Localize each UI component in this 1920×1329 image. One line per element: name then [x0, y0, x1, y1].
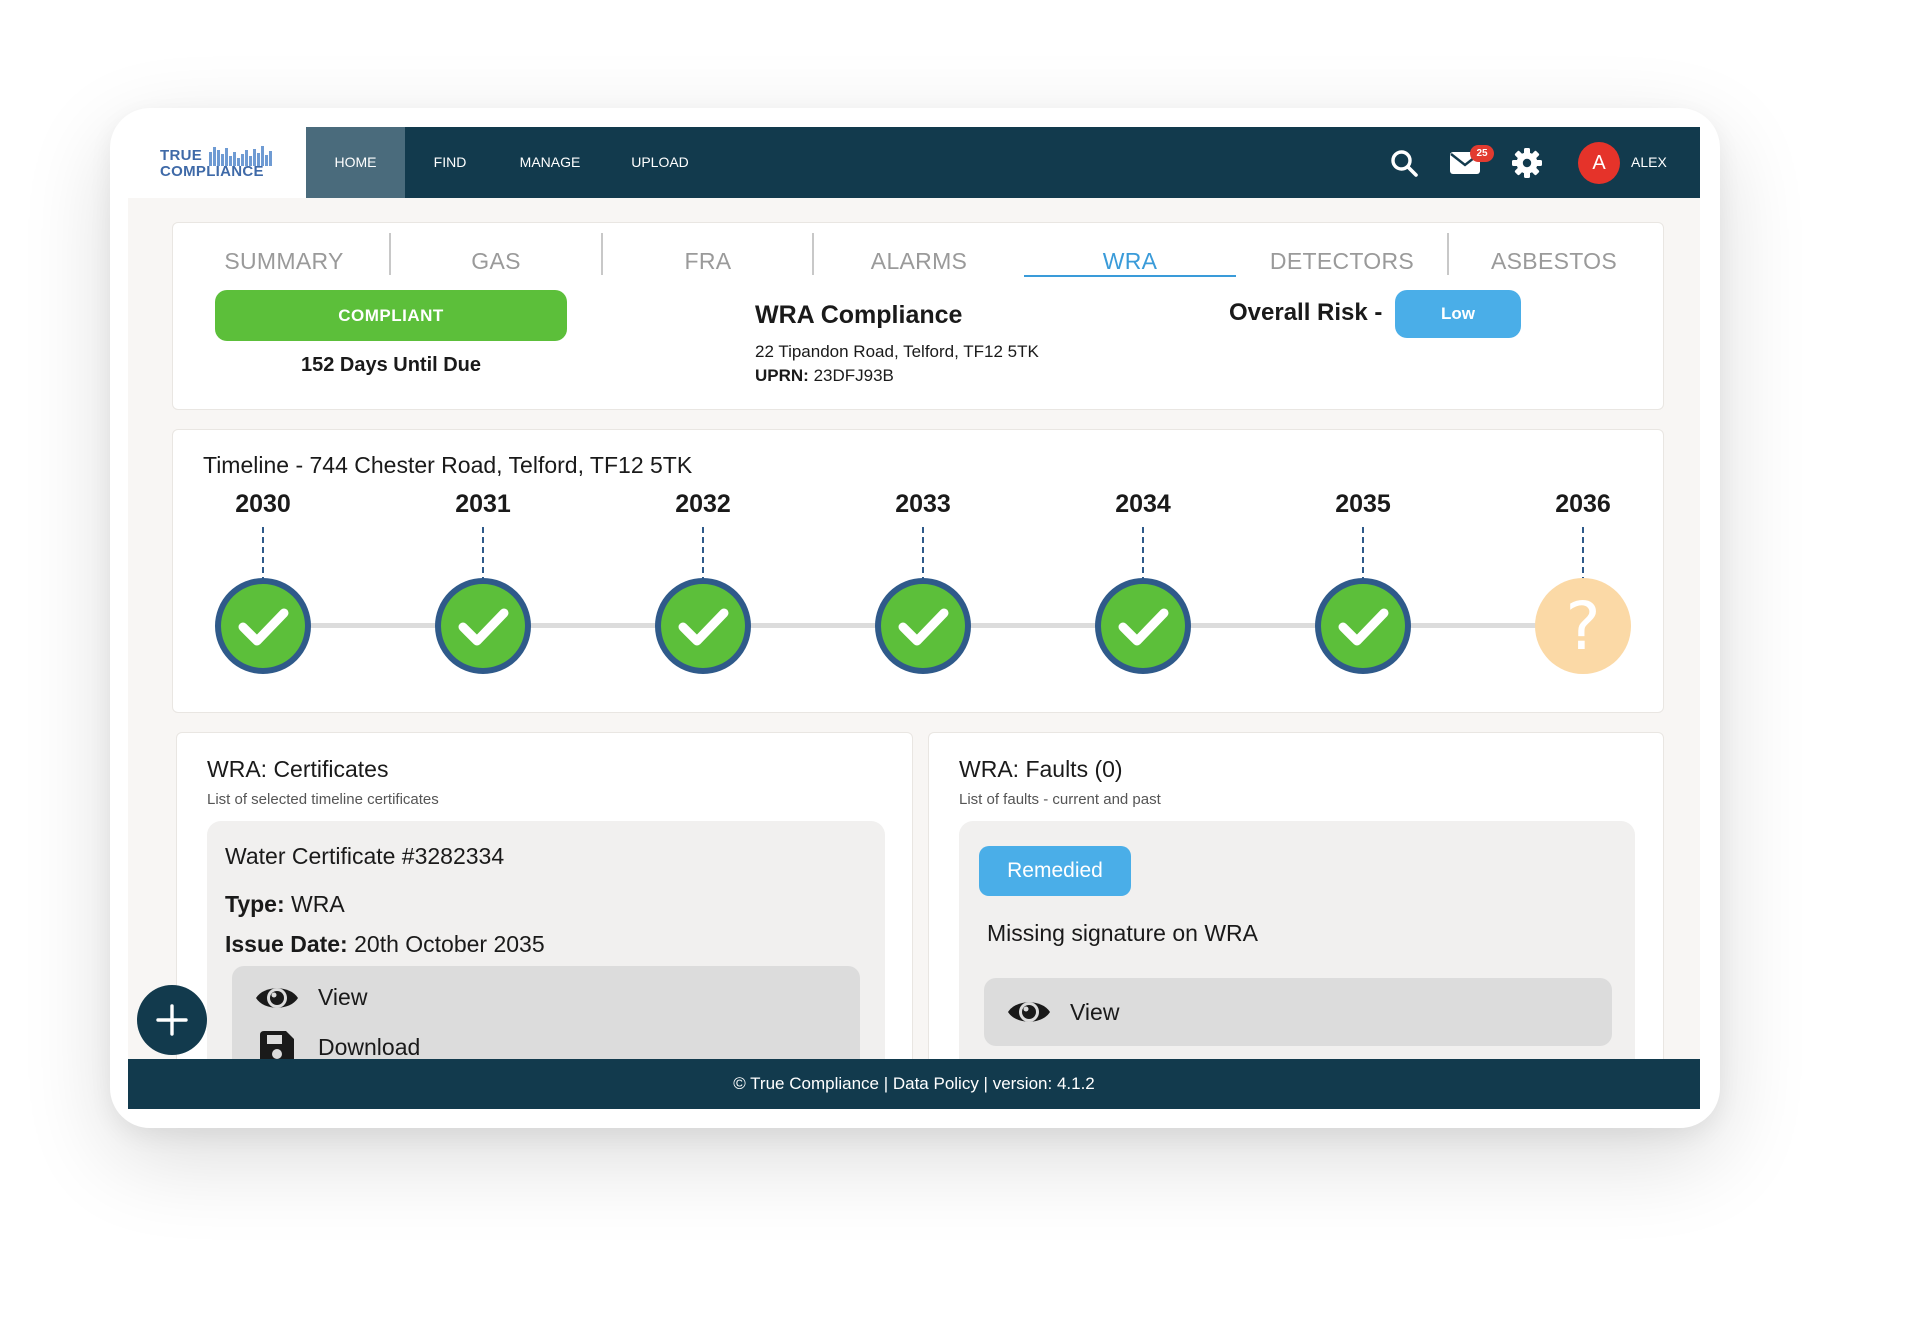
fault-status-badge: Remedied [979, 846, 1131, 896]
app-screen: TRUE COMPLIANCE HOME FIND MANAGE UPLOAD [128, 127, 1700, 1109]
timeline-connector [702, 527, 704, 583]
timeline-node-complete-icon[interactable] [1094, 577, 1192, 675]
view-fault-button[interactable]: View [984, 978, 1612, 1046]
skyline-logo-icon [209, 146, 272, 166]
svg-text:?: ? [1565, 588, 1600, 665]
search-icon[interactable] [1390, 149, 1418, 177]
view-certificate-link[interactable]: View [318, 984, 367, 1011]
timeline-connector [1362, 527, 1364, 583]
tab-summary[interactable]: SUMMARY [178, 239, 390, 283]
issue-date-value: 20th October 2035 [354, 931, 545, 957]
nav-upload[interactable]: UPLOAD [605, 127, 715, 198]
certificate-issue-date: Issue Date: 20th October 2035 [225, 931, 545, 958]
timeline-node-complete-icon[interactable] [874, 577, 972, 675]
fault-item[interactable]: Remedied Missing signature on WRA View [959, 821, 1635, 1081]
certificate-item[interactable]: Water Certificate #3282334 Type: WRA Iss… [207, 821, 885, 1086]
view-fault-label: View [1070, 999, 1120, 1025]
eye-icon [256, 988, 298, 1008]
uprn: UPRN: 23DFJ93B [755, 366, 894, 386]
footer: © True Compliance | Data Policy | versio… [128, 1059, 1700, 1109]
plus-icon [156, 1004, 188, 1036]
uprn-label: UPRN: [755, 366, 809, 385]
certificates-subtitle: List of selected timeline certificates [207, 791, 439, 808]
certificate-type: Type: WRA [225, 891, 345, 918]
notification-badge: 25 [1470, 145, 1494, 162]
timeline-node-question-icon[interactable]: ? [1534, 577, 1632, 675]
tab-detectors[interactable]: DETECTORS [1236, 239, 1448, 283]
timeline-connector [482, 527, 484, 583]
timeline-year-label: 2035 [1335, 490, 1391, 518]
logo[interactable]: TRUE COMPLIANCE [128, 127, 306, 198]
certificates-title: WRA: Certificates [207, 756, 389, 782]
timeline-connector [1142, 527, 1144, 583]
timeline-year-label: 2034 [1115, 490, 1171, 518]
nav-manage[interactable]: MANAGE [495, 127, 605, 198]
faults-title: WRA: Faults (0) [959, 756, 1123, 782]
timeline-connector [262, 527, 264, 583]
timeline-year-label: 2032 [675, 490, 731, 518]
download-certificate-link[interactable]: Download [318, 1034, 420, 1061]
timeline-title: Timeline - 744 Chester Road, Telford, TF… [203, 452, 693, 478]
certificates-card: WRA: Certificates List of selected timel… [176, 732, 913, 1086]
days-until-due: 152 Days Until Due [300, 354, 482, 376]
user-name[interactable]: ALEX [1631, 127, 1667, 198]
active-tab-indicator [1024, 275, 1236, 277]
compliance-title: WRA Compliance [755, 301, 963, 329]
logo-line-2: COMPLIANCE [160, 163, 264, 180]
tab-fra[interactable]: FRA [602, 239, 814, 283]
tab-asbestos[interactable]: ASBESTOS [1448, 239, 1660, 283]
timeline-year-label: 2033 [895, 490, 951, 518]
timeline-node-complete-icon[interactable] [654, 577, 752, 675]
avatar[interactable]: A [1578, 142, 1620, 184]
timeline-connector [922, 527, 924, 583]
compliance-status-button[interactable]: COMPLIANT [215, 290, 567, 341]
uprn-value: 23DFJ93B [813, 366, 894, 385]
timeline-year-label: 2036 [1555, 490, 1611, 518]
certificate-type-label: Type: [225, 891, 285, 917]
property-address: 22 Tipandon Road, Telford, TF12 5TK [755, 342, 1039, 361]
status-card: SUMMARY GAS FRA ALARMS WRA DETECTORS ASB… [172, 222, 1664, 410]
tab-gas[interactable]: GAS [390, 239, 602, 283]
faults-card: WRA: Faults (0) List of faults - current… [928, 732, 1664, 1081]
timeline-year-label: 2031 [455, 490, 511, 518]
fault-description: Missing signature on WRA [987, 920, 1258, 946]
issue-date-label: Issue Date: [225, 931, 348, 957]
tab-alarms[interactable]: ALARMS [813, 239, 1025, 283]
overall-risk-label: Overall Risk - [1229, 299, 1383, 326]
top-navigation: TRUE COMPLIANCE HOME FIND MANAGE UPLOAD [128, 127, 1700, 198]
nav-find[interactable]: FIND [405, 127, 495, 198]
timeline-node-complete-icon[interactable] [1314, 577, 1412, 675]
certificate-type-value: WRA [291, 891, 345, 917]
certificate-name: Water Certificate #3282334 [225, 843, 505, 869]
timeline-year-label: 2030 [235, 490, 291, 518]
nav-home[interactable]: HOME [306, 127, 405, 198]
eye-icon [1008, 1002, 1050, 1022]
timeline-card: Timeline - 744 Chester Road, Telford, TF… [172, 429, 1664, 713]
timeline-node-complete-icon[interactable] [214, 577, 312, 675]
add-button[interactable] [137, 985, 207, 1055]
faults-subtitle: List of faults - current and past [959, 791, 1161, 808]
timeline-connector [1582, 527, 1584, 583]
timeline-node-complete-icon[interactable] [434, 577, 532, 675]
risk-level-badge[interactable]: Low [1395, 290, 1521, 338]
gear-icon[interactable] [1512, 148, 1542, 178]
